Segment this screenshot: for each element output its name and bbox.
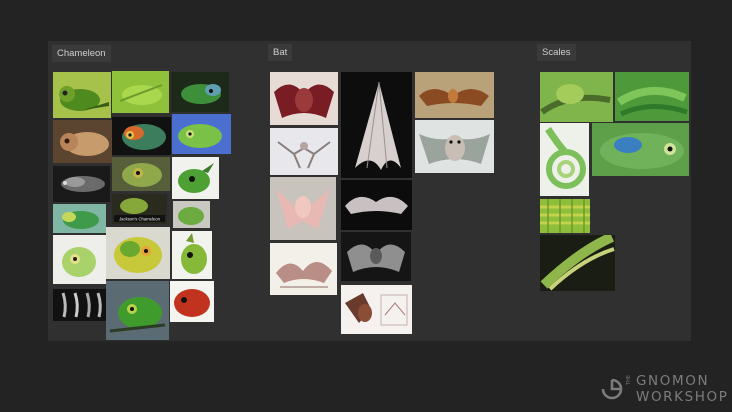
bat-thumb[interactable]: [270, 72, 338, 125]
gnomon-workshop-logo: THE GNOMON WORKSHOP: [600, 372, 728, 406]
scales-thumb[interactable]: [540, 72, 613, 122]
chameleon-thumb[interactable]: [112, 157, 170, 191]
logo-line1: GNOMON: [636, 373, 710, 389]
group-label-scales[interactable]: Scales: [537, 44, 576, 61]
chameleon-thumb[interactable]: [53, 289, 106, 321]
scales-thumb[interactable]: [540, 199, 590, 233]
bat-thumb[interactable]: [270, 128, 338, 175]
chameleon-thumb[interactable]: [53, 204, 106, 233]
chameleon-thumb[interactable]: [53, 166, 110, 202]
chameleon-thumb[interactable]: [173, 201, 210, 228]
chameleon-thumb[interactable]: [106, 227, 170, 279]
chameleon-thumb[interactable]: [53, 72, 111, 118]
thumb-caption: Jackson's Chameleon: [119, 217, 161, 222]
chameleon-thumb[interactable]: [112, 71, 169, 113]
reference-board: Chameleon Bat Scales Jackson's Chameleon: [48, 41, 691, 341]
chameleon-thumb[interactable]: [53, 235, 106, 284]
bat-thumb[interactable]: [341, 72, 412, 178]
logo-line2: WORKSHOP: [636, 389, 729, 405]
chameleon-thumb[interactable]: [172, 231, 212, 279]
bat-thumb[interactable]: [341, 285, 412, 334]
bat-thumb[interactable]: [415, 120, 494, 173]
chameleon-thumb[interactable]: [106, 281, 169, 340]
bat-thumb[interactable]: [341, 180, 412, 230]
scales-thumb[interactable]: [592, 123, 689, 176]
bat-thumb[interactable]: [270, 177, 336, 240]
scales-thumb[interactable]: [540, 235, 615, 291]
chameleon-thumb[interactable]: [170, 281, 214, 322]
chameleon-thumb[interactable]: [53, 120, 112, 163]
bat-thumb[interactable]: [341, 232, 411, 281]
bat-thumb[interactable]: [415, 72, 494, 118]
group-label-bat[interactable]: Bat: [268, 44, 293, 61]
scales-thumb[interactable]: [615, 72, 689, 121]
logo-the-text: THE: [626, 375, 632, 385]
gnomon-logo-icon: [601, 378, 623, 400]
chameleon-thumb[interactable]: [112, 117, 171, 155]
scales-thumb[interactable]: [540, 123, 589, 196]
chameleon-thumb[interactable]: [171, 72, 229, 112]
chameleon-thumb[interactable]: [172, 157, 219, 199]
group-label-chameleon[interactable]: Chameleon: [52, 45, 111, 62]
bat-thumb[interactable]: [270, 243, 337, 295]
chameleon-thumb[interactable]: [172, 114, 231, 154]
chameleon-thumb[interactable]: Jackson's Chameleon: [112, 194, 167, 224]
